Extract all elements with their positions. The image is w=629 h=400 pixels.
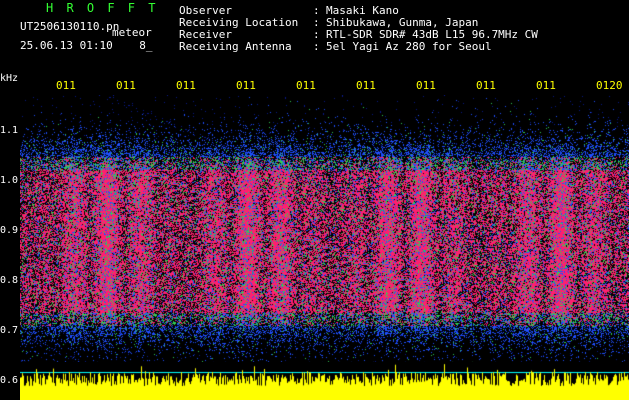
frequency-label: 0.9 — [0, 225, 19, 236]
time-label: 011 — [416, 79, 436, 92]
frequency-label: 1.0 — [0, 175, 19, 186]
file-name: UT2506130110.pn — [20, 20, 120, 33]
time-label: 011 — [176, 79, 196, 92]
time-label: 011 — [476, 79, 496, 92]
time-label: 011 — [356, 79, 376, 92]
date-time: 25.06.13 01:10 8_ — [20, 39, 153, 52]
time-label: 011 — [536, 79, 556, 92]
info-colon: : — [313, 40, 320, 53]
amplitude-strip — [20, 362, 629, 400]
info-value-antenna: 5el Yagi Az 280 for Seoul — [326, 40, 492, 53]
time-label: 0120 — [596, 79, 623, 92]
app-title: H R O F F T — [46, 1, 159, 15]
time-label: 011 — [56, 79, 76, 92]
file-type-label: meteor — [112, 26, 152, 39]
hrofft-window: H R O F F T UT2506130110.pn meteor 25.06… — [0, 0, 629, 400]
time-label: 011 — [116, 79, 136, 92]
info-label-antenna: Receiving Antenna — [179, 40, 292, 53]
spectrogram-waterfall — [20, 95, 629, 370]
frequency-unit-label: kHz — [0, 73, 19, 84]
frequency-label: 0.8 — [0, 275, 19, 286]
frequency-label: 1.1 — [0, 125, 19, 136]
frequency-label: 0.7 — [0, 325, 19, 336]
time-label: 011 — [296, 79, 316, 92]
time-label: 011 — [236, 79, 256, 92]
frequency-label: 0.6 — [0, 375, 19, 386]
